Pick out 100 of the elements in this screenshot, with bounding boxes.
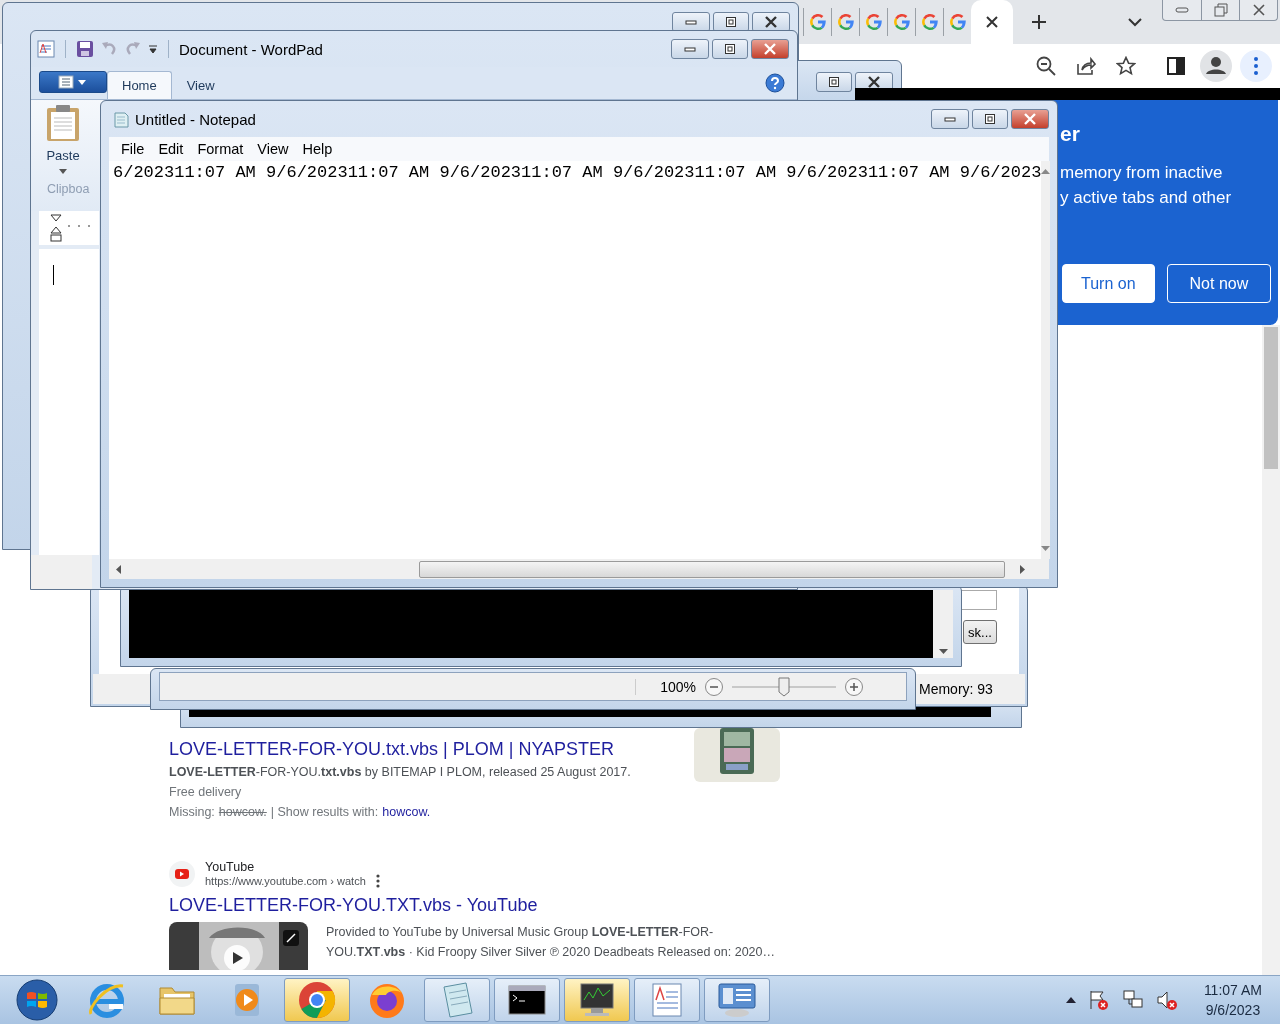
taskbar-button[interactable] bbox=[494, 978, 560, 1022]
chrome-icon bbox=[297, 980, 337, 1020]
wordpad-icon bbox=[650, 982, 684, 1018]
menu-item[interactable]: Format bbox=[191, 141, 250, 157]
result-snippet: Provided to YouTube by Universal Music Group LOVE-LETTER-FOR-YOU.TXT.vbs · Kid Froopy Silver Silver ℗ 2020 Deadbeats Released on: 2020… bbox=[326, 924, 777, 961]
source-url: https://www.youtube.com › watch bbox=[205, 875, 366, 887]
save-icon[interactable] bbox=[76, 40, 94, 58]
result-title-link[interactable]: LOVE-LETTER-FOR-YOU.TXT.vbs - YouTube bbox=[169, 892, 809, 918]
source-name: YouTube bbox=[205, 860, 256, 874]
notepad-icon bbox=[440, 981, 474, 1019]
zoom-out-button[interactable] bbox=[704, 676, 724, 697]
scrollbar[interactable] bbox=[933, 590, 953, 658]
window-title: Document - WordPad bbox=[179, 40, 324, 58]
google-icon bbox=[920, 13, 939, 31]
plus-icon[interactable] bbox=[1031, 14, 1047, 30]
scroll-right-icon bbox=[1020, 564, 1025, 574]
close-icon bbox=[985, 15, 999, 29]
close-icon bbox=[1023, 113, 1037, 125]
status-bar bbox=[31, 555, 92, 589]
maximize-button[interactable] bbox=[712, 39, 748, 59]
maximize-icon bbox=[725, 16, 737, 28]
close-icon bbox=[763, 43, 777, 55]
popup-text: memory from inactive bbox=[1060, 162, 1224, 184]
show-hidden-icon[interactable] bbox=[1065, 997, 1076, 1003]
network-icon[interactable] bbox=[1121, 989, 1144, 1011]
maximize-icon bbox=[724, 43, 736, 55]
maximize-button[interactable] bbox=[816, 72, 852, 92]
maximize-button[interactable] bbox=[972, 109, 1008, 129]
zoom-in-button[interactable] bbox=[844, 676, 864, 697]
scrollbar[interactable] bbox=[109, 559, 1049, 579]
minimize-icon bbox=[944, 116, 956, 122]
more-icon[interactable] bbox=[375, 874, 380, 888]
app-menu-button[interactable] bbox=[39, 71, 107, 93]
maximize-icon bbox=[828, 76, 840, 88]
browser-tab[interactable] bbox=[971, 0, 1013, 44]
minimize-icon bbox=[1175, 7, 1189, 13]
clock-date: 9/6/2023 bbox=[1205, 1001, 1261, 1020]
scroll-down-icon bbox=[938, 649, 948, 654]
menu-item[interactable]: Edit bbox=[152, 141, 190, 157]
clipboard-icon bbox=[46, 104, 80, 142]
google-icon bbox=[948, 13, 967, 31]
not-now-button[interactable]: Not now bbox=[1166, 264, 1272, 303]
slider-thumb[interactable] bbox=[778, 676, 790, 697]
clock[interactable]: 11:07 AM 9/6/2023 bbox=[1203, 980, 1262, 1020]
menu-item[interactable]: View bbox=[251, 141, 295, 157]
ribbon-tab[interactable]: Home bbox=[107, 71, 172, 99]
menu-icon bbox=[58, 75, 88, 89]
close-icon bbox=[867, 76, 881, 88]
window-title: Untitled - Notepad bbox=[135, 110, 257, 128]
maximize-icon bbox=[984, 113, 996, 125]
end-task-button[interactable]: sk... bbox=[963, 620, 997, 644]
google-icon bbox=[836, 13, 855, 31]
monitor-icon bbox=[577, 982, 617, 1018]
video-site-icon bbox=[169, 861, 195, 887]
scroll-left-icon bbox=[116, 564, 121, 574]
clock-time: 11:07 AM bbox=[1203, 981, 1262, 1000]
paste-button[interactable]: Paste bbox=[39, 104, 87, 174]
minimize-icon bbox=[685, 19, 697, 25]
google-icon bbox=[892, 13, 911, 31]
wordpad-icon bbox=[37, 40, 55, 58]
menu-item[interactable]: Help bbox=[296, 141, 339, 157]
taskbar-button[interactable] bbox=[564, 978, 630, 1022]
start-icon bbox=[16, 979, 58, 1021]
minimize-button[interactable] bbox=[672, 12, 710, 32]
result-snippet: LOVE-LETTER-FOR-YOU.txt.vbs by BITEMAP I PLOM, released 25 August 2017. bbox=[169, 764, 632, 781]
profile-icon[interactable] bbox=[1200, 50, 1232, 82]
memory-status: Memory: 93 bbox=[919, 681, 993, 697]
popup-title: er bbox=[1060, 122, 1081, 146]
scrollbar[interactable] bbox=[1041, 161, 1051, 559]
notepad-icon bbox=[113, 110, 129, 128]
close-icon bbox=[1252, 4, 1265, 16]
volume-muted-icon[interactable] bbox=[1155, 989, 1178, 1011]
result-title-link[interactable]: LOVE-LETTER-FOR-YOU.txt.vbs | PLOM | NYAPSTER bbox=[169, 739, 615, 759]
close-button[interactable] bbox=[752, 12, 790, 32]
flag-icon[interactable] bbox=[1087, 989, 1110, 1011]
missing-label: Missing: bbox=[169, 804, 215, 821]
help-icon[interactable] bbox=[765, 73, 785, 93]
dropdown-icon[interactable] bbox=[148, 44, 158, 54]
ruler bbox=[39, 211, 99, 245]
restore-icon bbox=[1213, 3, 1228, 17]
menu-icon[interactable] bbox=[1240, 50, 1272, 82]
delivery-note: Free delivery bbox=[169, 784, 243, 801]
zoom-slider[interactable] bbox=[732, 676, 836, 697]
maximize-button[interactable] bbox=[713, 12, 749, 32]
input-field[interactable] bbox=[961, 590, 997, 610]
scroll-up-icon bbox=[1041, 169, 1051, 174]
scrollbar[interactable] bbox=[1262, 325, 1280, 975]
popup-text: y active tabs and other bbox=[1060, 187, 1233, 209]
scroll-down-icon bbox=[1041, 546, 1051, 551]
menu-item[interactable]: File bbox=[115, 141, 151, 157]
show-results-label: | Show results with: bbox=[270, 804, 379, 821]
close-icon bbox=[764, 16, 778, 28]
text-content[interactable]: 6/202311:07 AM 9/6/202311:07 AM 9/6/202311:07 AM 9/6/202311:07 AM 9/6/202311:07 AM 9/6/2023 bbox=[109, 161, 1042, 185]
console-icon bbox=[508, 985, 546, 1015]
search-term-link[interactable]: howcow. bbox=[382, 802, 431, 822]
turn-on-button[interactable]: Turn on bbox=[1062, 264, 1155, 303]
zoom-level: 100% bbox=[635, 678, 696, 695]
chevron-down-icon[interactable] bbox=[1128, 17, 1142, 27]
ribbon-tab[interactable]: View bbox=[171, 71, 230, 99]
firefox-icon bbox=[368, 981, 406, 1019]
